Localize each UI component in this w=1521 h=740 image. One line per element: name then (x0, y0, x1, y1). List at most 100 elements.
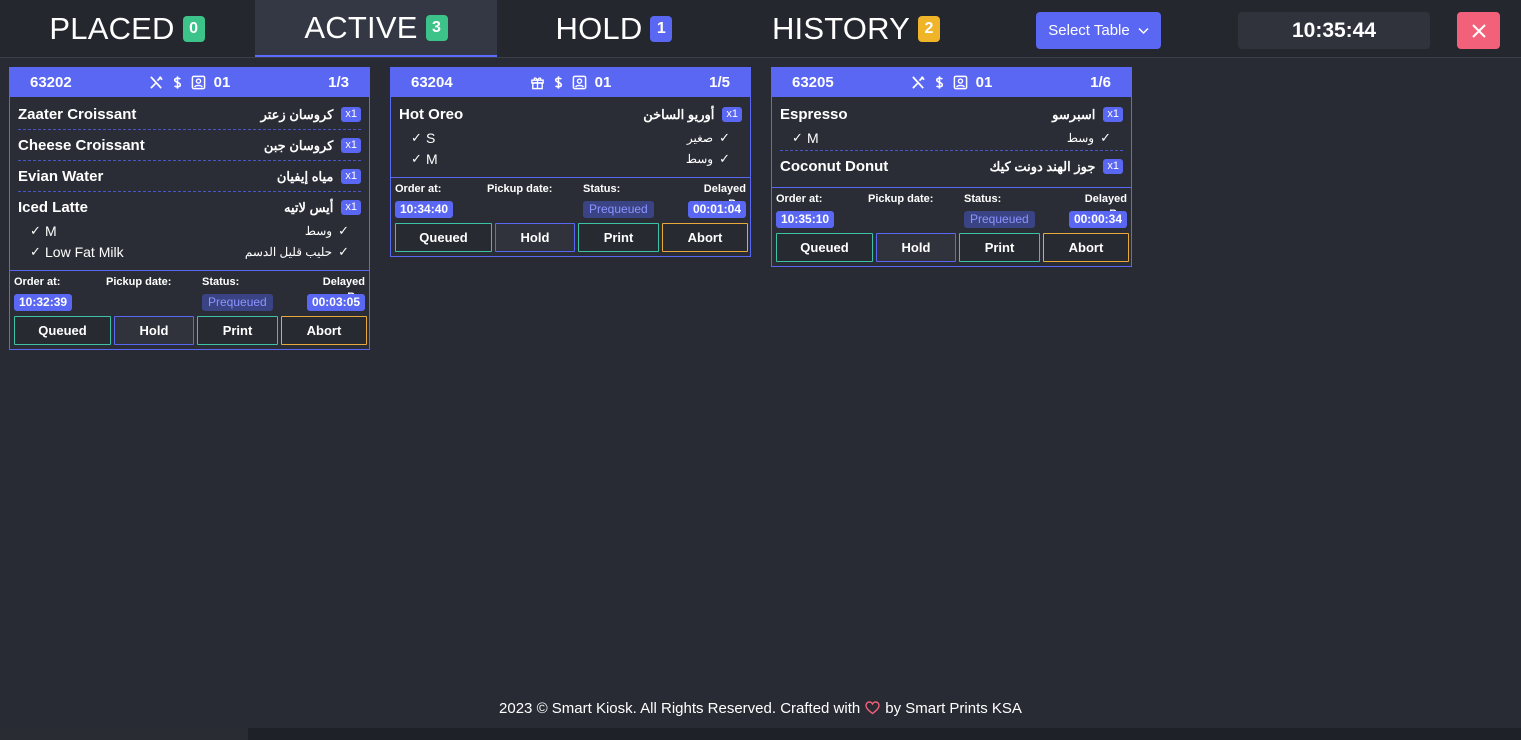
order-at-value: 10:34:40 (395, 201, 454, 218)
check-icon: ✓ (792, 129, 803, 145)
footer: 2023 © Smart Kiosk. All Rights Reserved.… (0, 695, 1521, 721)
delayed-value: 00:03:05 (306, 294, 365, 311)
item-name-en: Espresso (780, 106, 848, 123)
modifier-ar: وسط (685, 151, 714, 166)
tab-label: PLACED (49, 10, 175, 46)
order-id: 63204 (411, 74, 453, 91)
item-name-en: Iced Latte (18, 199, 89, 216)
order-at-label: Order at: (14, 276, 61, 288)
item-name-en: Cheese Croissant (18, 137, 145, 154)
order-at-field: Order at: 10:32:39 (14, 275, 106, 311)
item-name-ar: جوز الهند دونت كيك (989, 158, 1096, 174)
modifier-ar: حليب قليل الدسم (244, 244, 333, 259)
order-item: Evian Water مياه إيفيان x1 (18, 161, 361, 192)
abort-button[interactable]: Abort (662, 223, 748, 252)
pickup-field: Pickup date: (106, 275, 202, 310)
hold-button[interactable]: Hold (495, 223, 575, 252)
hold-button[interactable]: Hold (876, 233, 956, 262)
order-meta: Order at: 10:32:39 Pickup date: Status: … (10, 270, 369, 311)
pickup-label: Pickup date: (487, 183, 553, 195)
user-badge-icon (572, 75, 587, 90)
item-name-ar: أيس لاتيه (284, 199, 334, 215)
table-number: 01 (975, 74, 993, 91)
modifier-en: S (426, 129, 436, 146)
delayed-field: Delayed By: 00:03:05 (305, 275, 365, 311)
item-modifier: ✓ M وسط ✓ (399, 148, 742, 169)
check-icon: ✓ (338, 243, 349, 259)
footer-prefix: 2023 © Smart Kiosk. All Rights Reserved.… (499, 699, 861, 717)
order-items: Espresso اسبرسو x1 ✓ M وسط ✓ Coconut Don… (772, 97, 1131, 187)
quantity-badge: x1 (341, 107, 361, 122)
order-meta: Order at: 10:35:10 Pickup date: Status: … (772, 187, 1131, 228)
order-item: Iced Latte أيس لاتيه x1 ✓ M وسط ✓ ✓ Low … (18, 192, 361, 264)
order-actions: Queued Hold Print Abort (391, 217, 750, 256)
delayed-value: 00:01:04 (687, 201, 746, 218)
clock-display: 10:35:44 (1238, 12, 1430, 49)
order-card: 63202 01 1/3 Zaater Croissant كروسان زعت… (9, 67, 370, 350)
check-icon: ✓ (30, 243, 41, 259)
top-navigation: PLACED 0 ACTIVE 3 HOLD 1 HISTORY 2 Selec… (0, 0, 1521, 58)
dollar-icon (932, 75, 947, 90)
pickup-label: Pickup date: (868, 193, 934, 205)
order-meta: Order at: 10:34:40 Pickup date: Status: … (391, 177, 750, 218)
order-at-value: 10:35:10 (776, 211, 835, 228)
order-item: Hot Oreo أوريو الساخن x1 ✓ S صغير ✓ ✓ M … (399, 99, 742, 171)
check-icon: ✓ (411, 129, 422, 145)
order-items: Hot Oreo أوريو الساخن x1 ✓ S صغير ✓ ✓ M … (391, 97, 750, 177)
status-badge: Prequeued (964, 211, 1035, 228)
heart-icon (865, 701, 880, 715)
order-card: 63204 01 1/5 Hot Oreo أوريو الساخن x1 ✓ … (390, 67, 751, 257)
tab-label: ACTIVE (304, 9, 418, 45)
item-modifier: ✓ M وسط ✓ (18, 220, 361, 241)
tab-active[interactable]: ACTIVE 3 (255, 0, 497, 57)
queued-button[interactable]: Queued (14, 316, 111, 345)
queued-button[interactable]: Queued (776, 233, 873, 262)
table-number: 01 (213, 74, 231, 91)
modifier-ar: صغير (686, 130, 714, 145)
abort-button[interactable]: Abort (281, 316, 367, 345)
select-table-dropdown[interactable]: Select Table (1036, 12, 1161, 49)
modifier-en: M (45, 222, 57, 239)
item-modifier: ✓ S صغير ✓ (399, 127, 742, 148)
queued-button[interactable]: Queued (395, 223, 492, 252)
modifier-en: Low Fat Milk (45, 243, 124, 260)
modifier-ar: وسط (304, 223, 333, 238)
print-button[interactable]: Print (197, 316, 278, 345)
print-button[interactable]: Print (578, 223, 659, 252)
close-button[interactable] (1457, 12, 1500, 49)
tab-label: HOLD (555, 10, 643, 46)
close-icon (1471, 23, 1486, 38)
pickup-value (487, 200, 583, 217)
order-card: 63205 01 1/6 Espresso اسبرسو x1 ✓ M وسط … (771, 67, 1132, 267)
status-label: Status: (964, 193, 1002, 205)
quantity-badge: x1 (341, 200, 361, 215)
order-item: Zaater Croissant كروسان زعتر x1 (18, 99, 361, 130)
modifier-en: M (807, 129, 819, 146)
order-at-field: Order at: 10:35:10 (776, 192, 868, 228)
print-button[interactable]: Print (959, 233, 1040, 262)
delayed-field: Delayed By: 00:00:34 (1067, 192, 1127, 228)
item-fraction: 1/6 (1090, 74, 1111, 91)
order-items: Zaater Croissant كروسان زعتر x1 Cheese C… (10, 97, 369, 270)
check-icon: ✓ (338, 222, 349, 238)
delayed-label: Delayed By: (703, 183, 746, 210)
pickup-label: Pickup date: (106, 276, 172, 288)
hold-button[interactable]: Hold (114, 316, 194, 345)
tab-history[interactable]: HISTORY 2 (731, 0, 981, 57)
check-icon: ✓ (30, 222, 41, 238)
order-actions: Queued Hold Print Abort (772, 227, 1131, 266)
status-field: Status: Prequeued (964, 192, 1067, 228)
item-fraction: 1/3 (328, 74, 349, 91)
item-name-en: Hot Oreo (399, 106, 464, 123)
user-badge-icon (191, 75, 206, 90)
utensils-icon (911, 75, 926, 90)
order-at-label: Order at: (776, 193, 823, 205)
item-name-en: Coconut Donut (780, 158, 889, 175)
abort-button[interactable]: Abort (1043, 233, 1129, 262)
utensils-icon (149, 75, 164, 90)
tab-hold[interactable]: HOLD 1 (498, 0, 730, 57)
card-header: 63204 01 1/5 (391, 68, 750, 97)
tab-placed[interactable]: PLACED 0 (0, 0, 254, 57)
item-name-ar: كروسان جبن (263, 137, 334, 153)
item-name-ar: مياه إيفيان (276, 168, 334, 184)
